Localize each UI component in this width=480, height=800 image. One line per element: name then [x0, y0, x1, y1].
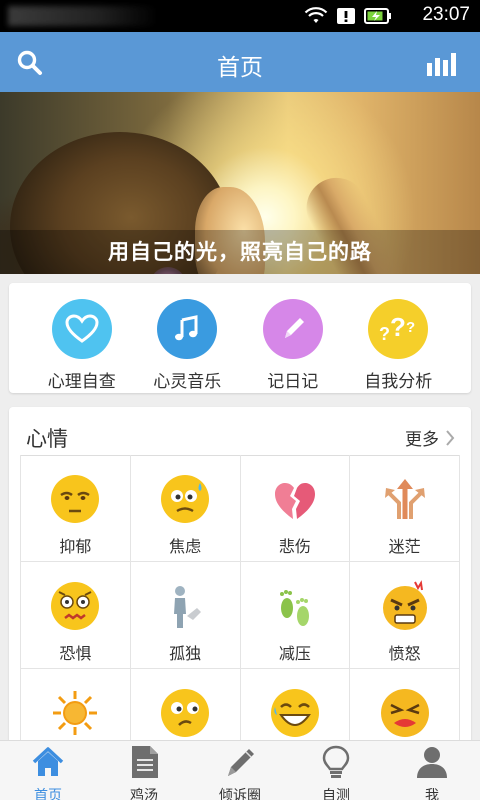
tab-self-test[interactable]: 自测: [288, 741, 384, 800]
feature-diary[interactable]: 记日记: [243, 283, 343, 393]
mood-item-anxious[interactable]: 焦虑: [131, 455, 241, 561]
mood-item-lost[interactable]: 迷茫: [350, 455, 460, 561]
puzzled-face-icon: [161, 689, 210, 737]
tab-label: 我: [425, 788, 439, 800]
notification-icons-blurred: [8, 6, 158, 26]
mood-row: 恐惧 孤独 减压 愤怒: [20, 562, 460, 669]
mood-label: 愤怒: [388, 644, 421, 663]
home-icon: [32, 747, 64, 776]
mood-row: 抑郁 焦虑 悲伤 迷茫: [20, 455, 460, 562]
tab-soup[interactable]: 鸡汤: [96, 741, 192, 800]
lightbulb-icon: [322, 745, 350, 778]
mood-item-depressed[interactable]: 抑郁: [20, 455, 131, 561]
feature-label: 记日记: [267, 372, 319, 392]
tab-label: 鸡汤: [130, 788, 158, 800]
mood-item-fear[interactable]: 恐惧: [20, 562, 131, 668]
page-title: 首页: [217, 55, 263, 81]
mood-item-relax[interactable]: 减压: [241, 562, 351, 668]
app-header: 首页: [0, 32, 480, 92]
feature-self-analysis[interactable]: ??? 自我分析: [348, 283, 448, 393]
tab-confide[interactable]: 倾诉圈: [192, 741, 288, 800]
mood-label: 恐惧: [59, 644, 92, 663]
feature-label: 自我分析: [364, 372, 433, 392]
mood-label: 抑郁: [59, 537, 92, 556]
chevron-right-icon: [446, 429, 455, 446]
section-title: 心情: [26, 427, 68, 451]
mood-grid: 抑郁 焦虑 悲伤 迷茫 恐惧 孤独 减压 愤怒: [20, 455, 460, 752]
svg-text:?: ?: [406, 319, 415, 336]
laughing-face-icon: [270, 689, 319, 737]
angry-face-icon: [382, 580, 427, 630]
pencil-icon: [262, 299, 323, 359]
mood-item-sad[interactable]: 悲伤: [241, 455, 351, 561]
mood-label: 孤独: [169, 644, 202, 663]
mood-label: 悲伤: [278, 537, 311, 556]
sim-alert-icon: [337, 8, 355, 24]
mood-item-angry[interactable]: 愤怒: [350, 562, 460, 668]
footprints-icon: [279, 590, 309, 626]
person-icon: [417, 747, 447, 778]
heart-icon: [51, 299, 112, 359]
mood-label: 减压: [278, 644, 311, 663]
feature-shortcuts: 心理自查 心灵音乐 记日记 ??? 自我分析: [9, 283, 471, 393]
svg-text:?: ?: [390, 312, 406, 342]
sun-icon: [53, 691, 98, 735]
depressed-face-icon: [51, 475, 100, 523]
hero-banner[interactable]: 用自己的光，照亮自己的路: [0, 92, 480, 274]
question-marks-icon: ???: [368, 299, 429, 359]
tab-label: 首页: [34, 788, 62, 800]
scared-face-icon: [51, 582, 100, 630]
feature-label: 心理自查: [47, 372, 116, 392]
feature-self-check[interactable]: 心理自查: [32, 283, 132, 393]
more-link[interactable]: 更多: [405, 425, 455, 450]
anxious-face-icon: [161, 475, 210, 523]
document-icon: [132, 746, 158, 778]
broken-heart-icon: [274, 483, 315, 519]
tab-label: 倾诉圈: [219, 788, 261, 800]
bottom-tab-bar: 首页 鸡汤 倾诉圈 自测 我: [0, 740, 480, 800]
bar-chart-icon[interactable]: [426, 52, 460, 76]
svg-text:?: ?: [379, 324, 390, 344]
feature-label: 心灵音乐: [153, 372, 222, 392]
feature-music[interactable]: 心灵音乐: [137, 283, 237, 393]
lonely-figure-icon: [174, 586, 202, 628]
status-bar: 23:07: [0, 0, 480, 32]
crying-face-icon: [380, 689, 429, 737]
crossroads-arrows-icon: [384, 479, 425, 519]
music-note-icon: [157, 299, 218, 359]
mood-label: 迷茫: [388, 537, 421, 556]
pen-icon: [228, 749, 254, 776]
clock: 23:07: [422, 4, 470, 25]
status-icons: [304, 7, 392, 25]
battery-charging-icon: [364, 8, 391, 24]
wifi-icon: [304, 7, 328, 23]
more-label: 更多: [405, 430, 439, 450]
tab-home[interactable]: 首页: [0, 741, 96, 800]
banner-caption: 用自己的光，照亮自己的路: [108, 240, 372, 264]
mood-section: 心情 更多 抑郁 焦虑 悲伤 迷茫 恐惧 孤独 减压 愤怒: [9, 407, 471, 752]
mood-item-lonely[interactable]: 孤独: [131, 562, 241, 668]
mood-label: 焦虑: [169, 537, 202, 556]
tab-label: 自测: [322, 788, 350, 800]
tab-me[interactable]: 我: [384, 741, 480, 800]
